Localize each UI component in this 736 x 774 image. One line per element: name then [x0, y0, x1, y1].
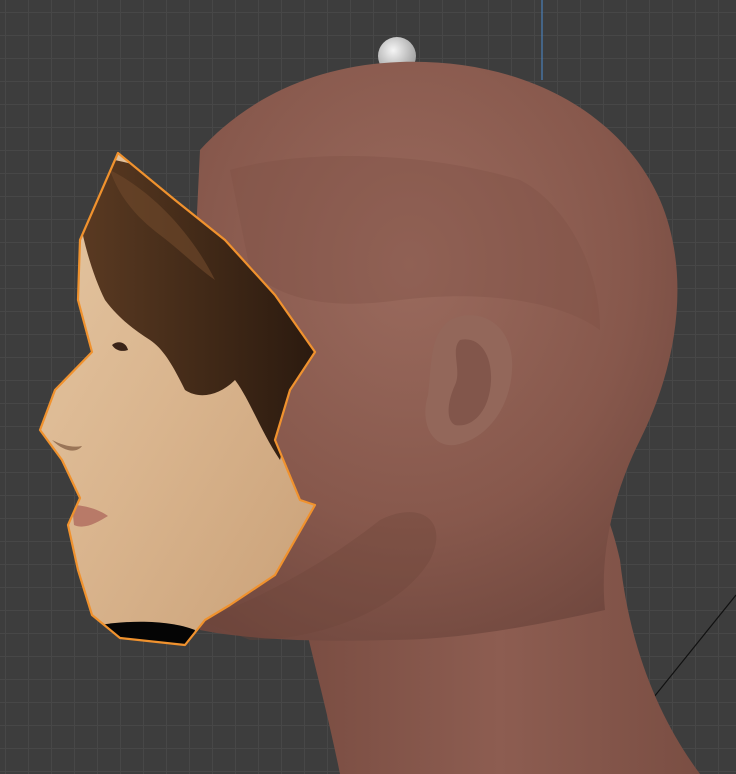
3d-viewport[interactable]	[0, 0, 736, 774]
scene-canvas[interactable]	[0, 0, 736, 774]
